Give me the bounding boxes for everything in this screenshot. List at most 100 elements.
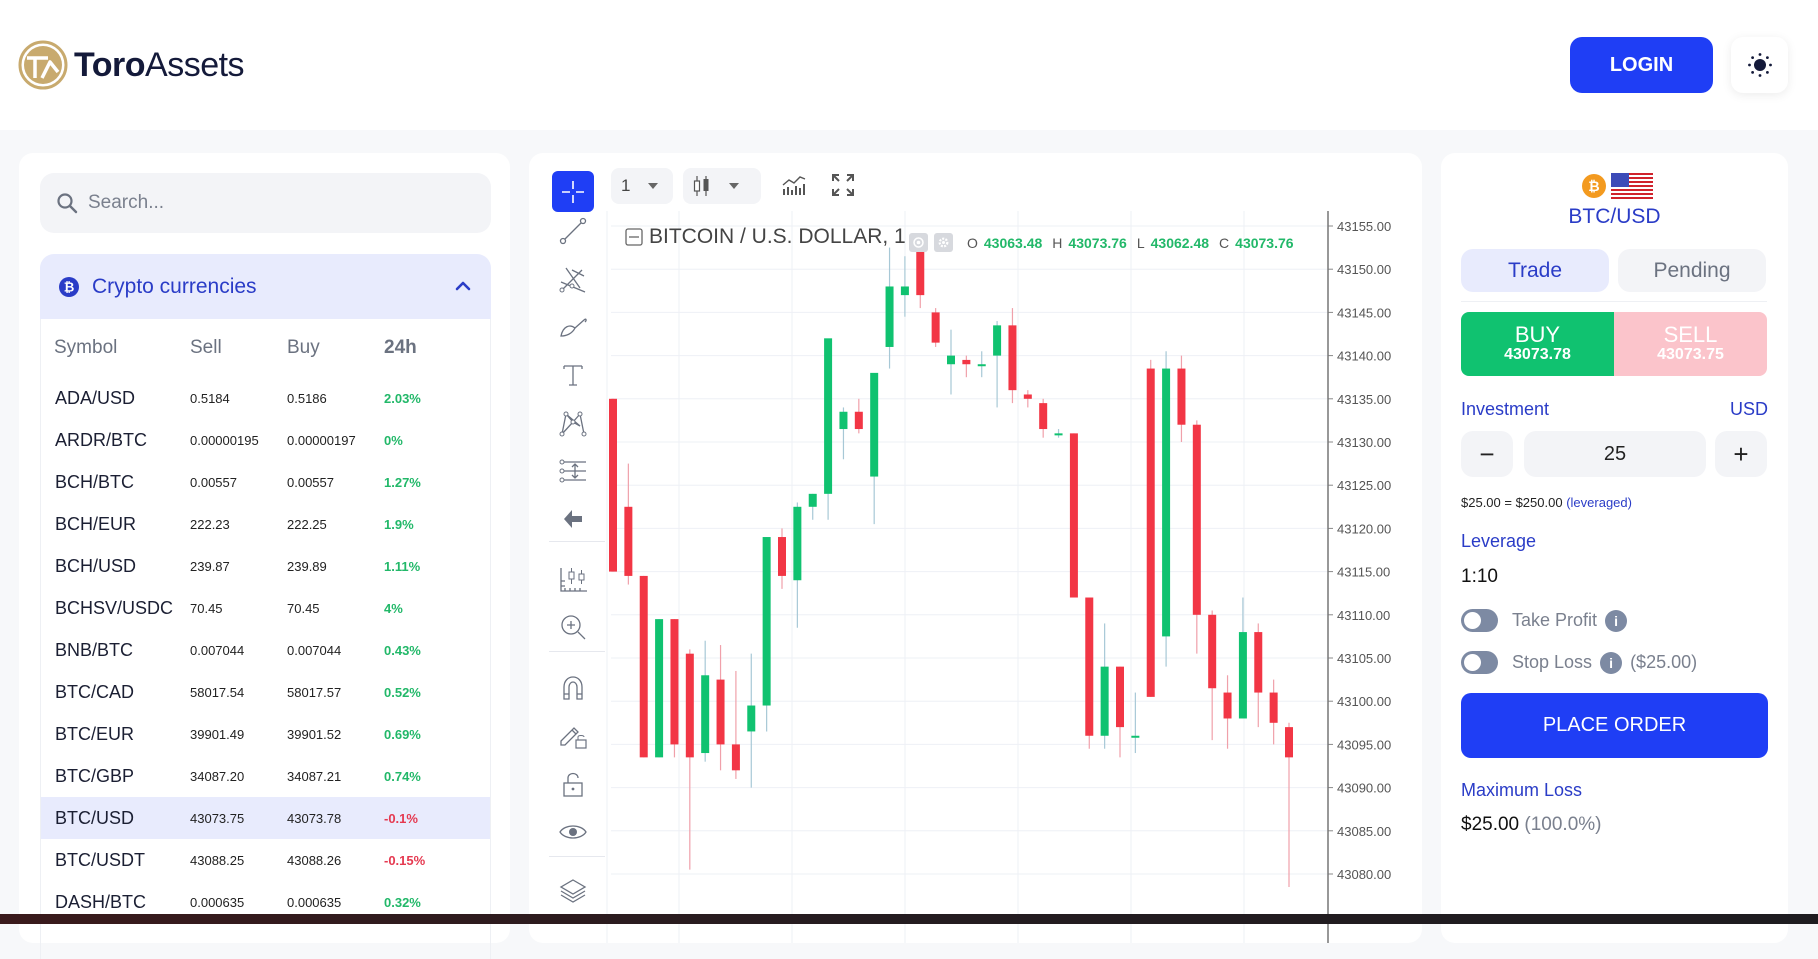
market-row[interactable]: BCH/EUR 222.23 222.25 1.9% bbox=[41, 503, 490, 545]
stop-loss-label: Stop Loss bbox=[1512, 652, 1593, 672]
buy-price: 34087.21 bbox=[287, 768, 342, 784]
candle-down bbox=[1208, 614, 1217, 689]
svg-text:₿: ₿ bbox=[64, 280, 75, 295]
y-tick-label: 43115.00 bbox=[1337, 565, 1390, 580]
leverage-value[interactable]: 1:10 bbox=[1461, 566, 1498, 588]
market-row[interactable]: BCHSV/USDC 70.45 70.45 4% bbox=[41, 587, 490, 629]
y-tick-label: 43130.00 bbox=[1337, 435, 1391, 450]
candle-up bbox=[1100, 666, 1109, 736]
market-row[interactable]: BTC/USD 43073.75 43073.78 -0.1% bbox=[41, 797, 490, 839]
candle-down bbox=[1085, 597, 1094, 736]
candle-down bbox=[1177, 368, 1186, 425]
ohlc-high: 43073.76 bbox=[1068, 234, 1127, 251]
market-symbol: BTC/USDT bbox=[55, 849, 145, 870]
candle-up bbox=[1131, 735, 1140, 738]
chart-title: BITCOIN / U.S. DOLLAR, 1 bbox=[649, 225, 906, 248]
candle-down bbox=[916, 251, 925, 296]
increase-amount-button[interactable]: + bbox=[1715, 431, 1767, 477]
market-row[interactable]: BCH/BTC 0.00557 0.00557 1.27% bbox=[41, 461, 490, 503]
eye-icon[interactable] bbox=[909, 233, 928, 252]
stop-loss-toggle[interactable] bbox=[1461, 651, 1498, 674]
login-button[interactable]: LOGIN bbox=[1570, 37, 1713, 93]
chart-legend: BITCOIN / U.S. DOLLAR, 1 bbox=[625, 225, 922, 249]
buy-price: 43073.78 bbox=[287, 810, 342, 826]
ohlc-close: 43073.76 bbox=[1235, 234, 1294, 251]
chevron-up-icon[interactable] bbox=[453, 276, 473, 296]
collapse-legend-icon[interactable] bbox=[625, 228, 643, 246]
logo-mark-icon bbox=[18, 40, 68, 90]
col-sell[interactable]: Sell bbox=[190, 337, 287, 359]
market-symbol: DASH/BTC bbox=[55, 891, 147, 912]
candle-up bbox=[824, 338, 833, 494]
tab-trade[interactable]: Trade bbox=[1461, 249, 1609, 292]
ohlc-open-label: O bbox=[967, 234, 978, 251]
market-row[interactable]: BTC/EUR 39901.49 39901.52 0.69% bbox=[41, 713, 490, 755]
ohlc-close-label: C bbox=[1219, 234, 1230, 251]
buy-price: 39901.52 bbox=[287, 726, 342, 742]
market-symbol: BTC/CAD bbox=[55, 681, 135, 702]
tab-pending[interactable]: Pending bbox=[1618, 249, 1766, 292]
buy-button[interactable]: BUY 43073.78 bbox=[1461, 312, 1614, 376]
place-order-button[interactable]: PLACE ORDER bbox=[1461, 693, 1768, 758]
market-row[interactable]: BTC/USDT 43088.25 43088.26 -0.15% bbox=[41, 839, 490, 881]
sell-price: 0.00000195 bbox=[190, 432, 259, 448]
market-row[interactable]: BCH/USD 239.87 239.89 1.11% bbox=[41, 545, 490, 587]
category-header-crypto[interactable]: ₿ Crypto currencies bbox=[40, 254, 491, 319]
col-24h[interactable]: 24h bbox=[384, 337, 484, 359]
market-row[interactable]: BTC/GBP 34087.20 34087.21 0.74% bbox=[41, 755, 490, 797]
candle-down bbox=[731, 744, 740, 771]
market-symbol: BTC/GBP bbox=[55, 765, 135, 786]
sun-icon bbox=[1747, 53, 1772, 77]
take-profit-toggle[interactable] bbox=[1461, 609, 1498, 632]
info-icon[interactable]: i bbox=[1605, 609, 1628, 632]
change-24h: -0.15% bbox=[384, 852, 426, 868]
price-chart[interactable]: 43155.00 43150.00 43145.00 43140.00 43135.00… bbox=[529, 153, 1422, 943]
info-icon[interactable]: i bbox=[1600, 651, 1623, 674]
sell-price: 43073.75 bbox=[190, 810, 245, 826]
ohlc-high-label: H bbox=[1052, 234, 1063, 251]
search-box[interactable] bbox=[40, 173, 491, 233]
market-symbol: BTC/USD bbox=[55, 807, 135, 828]
col-symbol[interactable]: Symbol bbox=[41, 337, 190, 359]
candle-down bbox=[685, 653, 694, 758]
candle-down bbox=[639, 575, 648, 758]
stop-loss-amount: ($25.00) bbox=[1630, 652, 1698, 672]
buy-price: 43088.26 bbox=[287, 852, 342, 868]
trade-panel: ₿ BTC/USD Trade Pending BUY 43073.78 SEL… bbox=[1441, 153, 1788, 943]
market-row[interactable]: ARDR/BTC 0.00000195 0.00000197 0% bbox=[41, 419, 490, 461]
theme-toggle-button[interactable] bbox=[1731, 37, 1788, 93]
y-tick-label: 43150.00 bbox=[1337, 262, 1391, 277]
ohlc-low: 43062.48 bbox=[1150, 234, 1210, 251]
ohlc-readout: O 43063.48 H 43073.76 L 43062.48 C 43073.76 bbox=[909, 233, 1298, 252]
chart-panel: 1 43155.00 43150.00 43145.00 43140.00 43… bbox=[529, 153, 1422, 943]
candle-up bbox=[900, 286, 909, 296]
market-symbol: BCHSV/USDC bbox=[55, 597, 174, 618]
markets-panel: ₿ Crypto currencies Symbol Sell Buy 24h … bbox=[19, 153, 510, 959]
category-title: Crypto currencies bbox=[92, 274, 257, 298]
buy-price: 0.00000197 bbox=[287, 432, 356, 448]
markets-table: Symbol Sell Buy 24h ADA/USD 0.5184 0.5186 2… bbox=[40, 319, 491, 959]
candle-up bbox=[808, 493, 817, 507]
candle-down bbox=[854, 411, 863, 430]
candle-up bbox=[993, 325, 1002, 356]
decrease-amount-button[interactable]: − bbox=[1461, 431, 1513, 477]
col-buy[interactable]: Buy bbox=[287, 337, 384, 359]
market-row[interactable]: BNB/BTC 0.007044 0.007044 0.43% bbox=[41, 629, 490, 671]
y-tick-label: 43095.00 bbox=[1337, 737, 1391, 752]
buy-price: 0.007044 bbox=[287, 642, 342, 658]
buy-label: BUY bbox=[1514, 322, 1561, 347]
market-row[interactable]: BTC/CAD 58017.54 58017.57 0.52% bbox=[41, 671, 490, 713]
market-symbol: ARDR/BTC bbox=[55, 429, 148, 450]
change-24h: 2.03% bbox=[384, 390, 421, 406]
market-row[interactable]: ADA/USD 0.5184 0.5186 2.03% bbox=[41, 377, 490, 419]
candle-up bbox=[1162, 368, 1171, 637]
gear-icon[interactable] bbox=[934, 233, 953, 252]
sell-button[interactable]: SELL 43073.75 bbox=[1614, 312, 1767, 376]
leverage-summary: $25.00 = $250.00 (leveraged) bbox=[1461, 495, 1632, 510]
sell-price: 0.007044 bbox=[190, 642, 245, 658]
amount-input[interactable] bbox=[1524, 431, 1706, 477]
logo[interactable]: ToroAssets bbox=[18, 40, 245, 90]
sell-price: 39901.49 bbox=[190, 726, 245, 742]
candle-down bbox=[624, 506, 633, 576]
search-input[interactable] bbox=[88, 192, 468, 214]
